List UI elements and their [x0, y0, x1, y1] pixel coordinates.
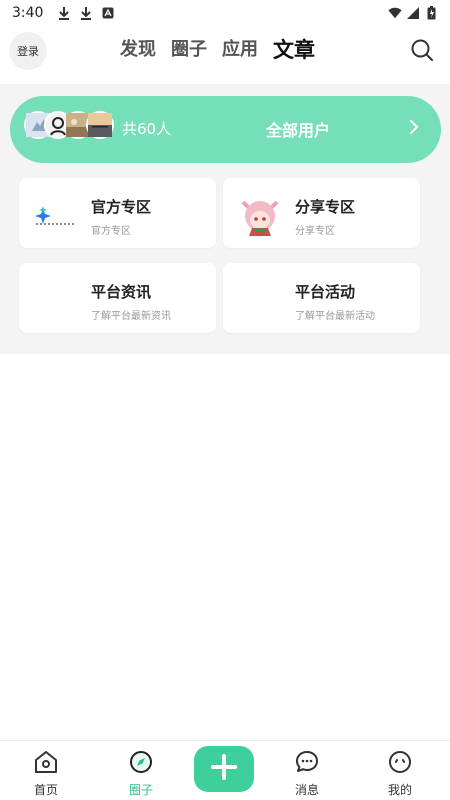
wifi-icon — [388, 6, 402, 20]
top-tabs: 发现 圈子 应用 文章 — [120, 36, 315, 64]
official-logo — [31, 192, 81, 236]
nav-label: 消息 — [294, 783, 319, 797]
battery-icon — [424, 6, 438, 20]
search-icon[interactable] — [410, 38, 434, 62]
card-subtitle: 分享专区 — [295, 226, 335, 237]
nav-home[interactable]: 首页 — [16, 749, 76, 799]
nav-label: 我的 — [387, 783, 412, 797]
anime-girl-image — [235, 192, 285, 236]
card-subtitle: 官方专区 — [91, 226, 131, 237]
card-title: 分享专区 — [295, 198, 356, 216]
login-button[interactable]: 登录 — [9, 32, 47, 70]
tab-discover[interactable]: 发现 — [120, 36, 156, 64]
tab-articles[interactable]: 文章 — [273, 36, 315, 64]
home-icon — [33, 749, 59, 775]
tab-circles[interactable]: 圈子 — [171, 36, 207, 64]
status-time: 3:40 — [12, 5, 44, 21]
card-platform-news[interactable]: 平台资讯 了解平台最新资讯 — [19, 263, 216, 333]
card-title: 平台资讯 — [91, 283, 152, 301]
download-icon — [79, 6, 93, 20]
compass-icon — [128, 749, 154, 775]
card-official-zone[interactable]: 官方专区 官方专区 — [19, 178, 216, 248]
nav-label: 圈子 — [128, 783, 153, 797]
all-users-label: 全部用户 — [266, 121, 331, 140]
add-button[interactable] — [194, 746, 254, 792]
card-title: 平台活动 — [295, 283, 356, 301]
nav-circles[interactable]: 圈子 — [111, 749, 171, 799]
chevron-right-icon — [407, 119, 421, 135]
all-users-banner[interactable]: 共60人 全部用户 — [10, 96, 441, 163]
top-nav: 登录 发现 圈子 应用 文章 — [0, 26, 450, 76]
avatar — [86, 111, 114, 139]
nav-messages[interactable]: 消息 — [277, 749, 337, 799]
card-subtitle: 了解平台最新活动 — [295, 311, 375, 322]
card-title: 官方专区 — [91, 198, 152, 216]
plus-icon — [209, 752, 239, 786]
chat-icon — [294, 749, 320, 775]
status-bar: 3:40 — [0, 0, 450, 26]
user-count: 共60人 — [122, 120, 172, 138]
user-avatars — [24, 111, 116, 139]
app-notification-icon — [101, 6, 115, 20]
card-platform-events[interactable]: 平台活动 了解平台最新活动 — [223, 263, 420, 333]
nav-profile[interactable]: 我的 — [370, 749, 430, 799]
card-share-zone[interactable]: 分享专区 分享专区 — [223, 178, 420, 248]
download-icon — [57, 6, 71, 20]
card-subtitle: 了解平台最新资讯 — [91, 311, 171, 322]
tab-apps[interactable]: 应用 — [222, 36, 258, 64]
nav-label: 首页 — [33, 783, 58, 797]
face-icon — [387, 749, 413, 775]
signal-icon — [406, 6, 420, 20]
